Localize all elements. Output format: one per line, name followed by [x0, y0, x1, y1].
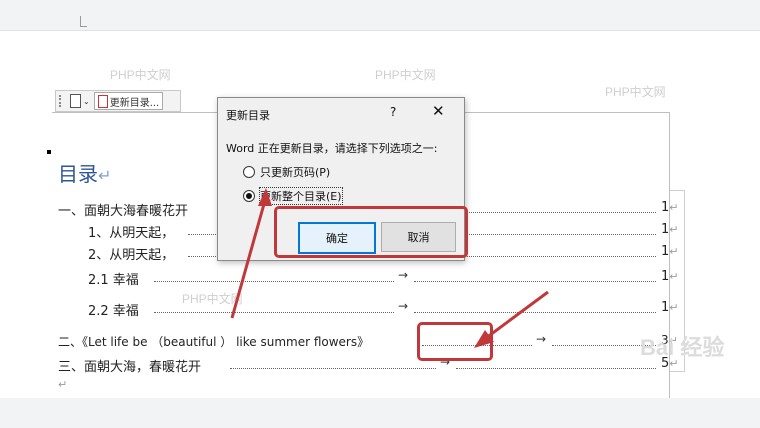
option-update-entire-table[interactable]: 更新整个目录(E) [243, 187, 343, 205]
text-cursor-mark [47, 150, 51, 154]
tab-arrow: → [536, 332, 547, 346]
option-label: 只更新页码(P) [260, 166, 331, 179]
toc-entry-text: 2.1 幸福 [88, 273, 139, 288]
paragraph-mark: ↵ [669, 270, 679, 283]
toc-entry[interactable]: 2.2 幸福 → 1↵ [58, 299, 680, 319]
toc-entry-page: 1↵ [661, 269, 679, 284]
toc-heading[interactable]: 目录↵ [58, 158, 111, 187]
paragraph-mark: ↵ [58, 378, 68, 391]
watermark: PHP中文网 [605, 85, 666, 99]
radio-button[interactable] [243, 190, 255, 202]
highlight-box [417, 322, 493, 361]
radio-button[interactable] [243, 166, 255, 178]
dialog-title: 更新目录 [226, 109, 270, 122]
toc-entry-text: 2、从明天起， [88, 248, 175, 263]
toc-entry-text: 二、《Let life be （beautiful ） like summer … [58, 335, 370, 349]
tab-leader [230, 367, 436, 369]
baidu-watermark-text: Bai 经验 [640, 335, 724, 360]
update-toc-button[interactable]: 更新目录... [93, 92, 164, 110]
toc-icon [97, 94, 108, 108]
dialog-prompt: Word 正在更新目录，请选择下列选项之一: [226, 142, 438, 155]
tab-leader [154, 280, 394, 282]
tab-leader [456, 367, 656, 369]
drag-handle-icon[interactable] [59, 95, 67, 107]
toc-toolbar: ⌄ 更新目录... [55, 90, 181, 112]
highlight-box [274, 206, 468, 258]
tab-arrow: → [398, 299, 409, 313]
toc-entry-page: 1↵ [661, 222, 679, 237]
option-label: 更新整个目录(E) [259, 187, 343, 205]
top-bar [0, 0, 760, 31]
update-toc-label: 更新目录... [109, 97, 160, 109]
chevron-down-icon[interactable]: ⌄ [83, 97, 90, 106]
watermark: PHP中文网 [110, 68, 171, 82]
ruler-tick [80, 16, 87, 27]
toc-entry-text: 1、从明天起， [88, 226, 175, 241]
watermark: PHP中文网 [375, 68, 436, 82]
paragraph-mark: ↵ [98, 166, 112, 185]
document-icon[interactable] [70, 94, 81, 108]
paragraph-mark: ↵ [669, 223, 679, 236]
baidu-watermark: Bai 经验 [640, 335, 724, 360]
close-icon[interactable]: ✕ [432, 102, 445, 120]
paragraph-mark: ↵ [669, 245, 679, 258]
tab-arrow: → [398, 268, 409, 282]
tab-leader [414, 280, 656, 282]
toc-entry-text: 三、面朝大海，春暖花开 [58, 360, 202, 375]
option-update-page-numbers[interactable]: 只更新页码(P) [243, 164, 330, 180]
toc-entry-text: 一、面朝大海春暖花开 [58, 204, 189, 219]
toc-heading-text: 目录 [58, 162, 98, 186]
tab-leader [154, 311, 394, 313]
toc-entry-text: 2.2 幸福 [88, 304, 139, 319]
help-button[interactable]: ? [390, 105, 396, 119]
toc-entry[interactable]: 2.1 幸福 → 1↵ [58, 268, 680, 288]
tab-leader [414, 311, 656, 313]
toc-entry-page: 1↵ [661, 244, 679, 259]
toc-entry-page: 1↵ [661, 200, 679, 215]
bottom-bar [0, 398, 760, 428]
paragraph-mark: ↵ [669, 201, 679, 214]
toc-entry[interactable]: 二、《Let life be （beautiful ） like summer … [58, 332, 680, 351]
toc-entry[interactable]: 三、面朝大海，春暖花开 → 5↵ [58, 355, 680, 375]
